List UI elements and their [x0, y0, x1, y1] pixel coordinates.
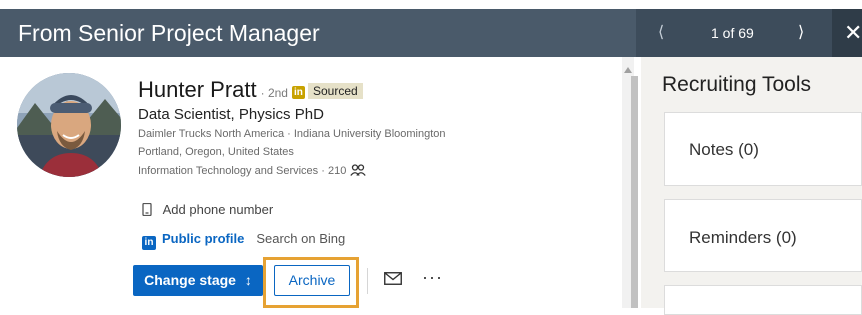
- avatar[interactable]: [17, 73, 121, 177]
- connections-icon: [350, 164, 367, 179]
- linkedin-icon: in: [142, 236, 156, 250]
- tools-card[interactable]: [664, 285, 862, 315]
- company-education: Daimler Trucks North America · Indiana U…: [138, 128, 446, 140]
- candidate-headline: Data Scientist, Physics PhD: [138, 106, 324, 123]
- public-profile-link[interactable]: Public profile: [162, 231, 244, 246]
- mail-icon[interactable]: [384, 272, 402, 290]
- close-icon[interactable]: ✕: [844, 9, 862, 57]
- archive-button[interactable]: Archive: [274, 265, 350, 296]
- change-stage-label: Change stage: [144, 272, 236, 288]
- action-divider: [367, 268, 368, 294]
- header-bar: From Senior Project Manager ⟨ 1 of 69 ⟩ …: [0, 9, 862, 57]
- avatar-photo: [17, 73, 121, 177]
- more-options-icon[interactable]: ···: [422, 267, 443, 288]
- profile-links: in Public profile Search on Bing: [142, 231, 345, 250]
- industry-text: Information Technology and Services · 21…: [138, 165, 347, 177]
- search-bing-link[interactable]: Search on Bing: [256, 231, 345, 246]
- location: Portland, Oregon, United States: [138, 146, 294, 158]
- candidate-name[interactable]: Hunter Pratt: [138, 77, 257, 102]
- pager: ⟨ 1 of 69 ⟩: [636, 9, 832, 57]
- change-stage-button[interactable]: Change stage ↕: [133, 265, 263, 296]
- connection-degree: · 2nd: [260, 86, 288, 100]
- reminders-label: Reminders (0): [689, 228, 797, 247]
- add-phone-row[interactable]: Add phone number: [142, 202, 273, 217]
- close-button[interactable]: ✕: [832, 9, 862, 57]
- add-phone-link[interactable]: Add phone number: [163, 202, 274, 217]
- phone-icon: [142, 202, 152, 217]
- page-title: From Senior Project Manager: [18, 20, 320, 46]
- scrollbar-thumb[interactable]: [631, 76, 638, 308]
- notes-card[interactable]: Notes (0): [664, 112, 862, 186]
- recruiting-tools-title: Recruiting Tools: [662, 73, 812, 96]
- chevron-left-icon[interactable]: ⟨: [658, 9, 664, 57]
- linkedin-icon: in: [291, 86, 305, 99]
- pager-count: 1 of 69: [711, 25, 754, 41]
- sort-arrows-icon: ↕: [244, 272, 252, 288]
- notes-label: Notes (0): [689, 140, 759, 159]
- name-row: Hunter Pratt · 2nd in Sourced: [138, 77, 363, 103]
- candidate-panel: Hunter Pratt · 2nd in Sourced Data Scientis…: [0, 57, 622, 308]
- industry-connections: Information Technology and Services · 21…: [138, 164, 367, 179]
- sourced-badge: Sourced: [307, 83, 363, 99]
- chevron-right-icon[interactable]: ⟩: [798, 9, 804, 57]
- reminders-card[interactable]: Reminders (0): [664, 199, 862, 272]
